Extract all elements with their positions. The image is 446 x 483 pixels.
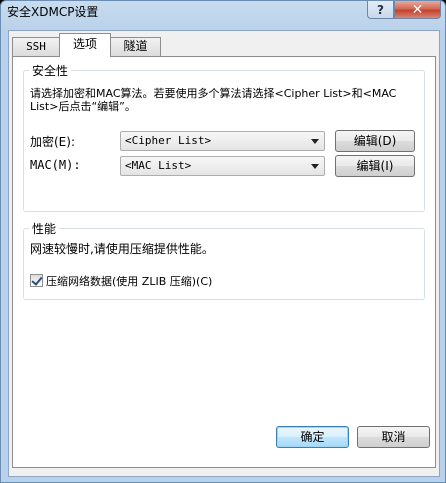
tab-options[interactable]: 选项: [59, 33, 111, 57]
cipher-select-value: <Cipher List>: [125, 134, 212, 147]
cancel-button[interactable]: 取消: [357, 426, 430, 448]
security-group-label: 安全性: [29, 62, 72, 79]
performance-group-label: 性能: [29, 220, 60, 237]
title-bar[interactable]: 安全XDMCP设置 ? ✕: [1, 1, 445, 23]
close-icon: ✕: [411, 1, 424, 18]
cipher-edit-button[interactable]: 编辑(D): [335, 130, 415, 152]
close-button[interactable]: ✕: [394, 1, 441, 19]
tab-tunnel[interactable]: 隧道: [110, 37, 161, 56]
mac-select-value: <MAC List>: [125, 159, 192, 172]
tab-ssh[interactable]: SSH: [12, 37, 60, 56]
mac-select[interactable]: <MAC List>: [120, 156, 325, 176]
help-icon: ?: [377, 2, 384, 17]
options-tab-panel: 安全性 请选择加密和MAC算法。若要使用多个算法请选择<Cipher List>…: [12, 56, 436, 468]
help-button[interactable]: ?: [367, 1, 394, 19]
dialog-client-area: SSH 选项 隧道 安全性 请选择加密和MAC算法。若要使用多个算法请选择<Ci…: [8, 30, 440, 477]
mac-edit-button[interactable]: 编辑(I): [335, 155, 415, 177]
performance-group: 性能 网速较慢时,请使用压缩提供性能。 压缩网络数据(使用 ZLIB 压缩)(C…: [23, 220, 425, 300]
compress-checkbox-label[interactable]: 压缩网络数据(使用 ZLIB 压缩)(C): [46, 273, 212, 289]
mac-label: MAC(M):: [30, 158, 81, 172]
dropdown-arrow-icon: [311, 164, 319, 169]
security-description-line2: List>后点击“编辑”。: [30, 100, 136, 113]
dropdown-arrow-icon: [311, 139, 319, 144]
cipher-label: 加密(E):: [30, 135, 75, 149]
cipher-select[interactable]: <Cipher List>: [120, 131, 325, 151]
dialog-window: 安全XDMCP设置 ? ✕ SSH 选项 隧道 安全性 请选择加密和MAC算法。…: [0, 0, 446, 483]
window-title: 安全XDMCP设置: [7, 5, 99, 19]
security-description-line1: 请选择加密和MAC算法。若要使用多个算法请选择<Cipher List>和<MA…: [30, 87, 397, 100]
compress-checkbox[interactable]: [30, 274, 43, 287]
performance-description: 网速较慢时,请使用压缩提供性能。: [30, 242, 214, 256]
security-group: 安全性 请选择加密和MAC算法。若要使用多个算法请选择<Cipher List>…: [23, 62, 425, 212]
ok-button[interactable]: 确定: [276, 426, 349, 448]
